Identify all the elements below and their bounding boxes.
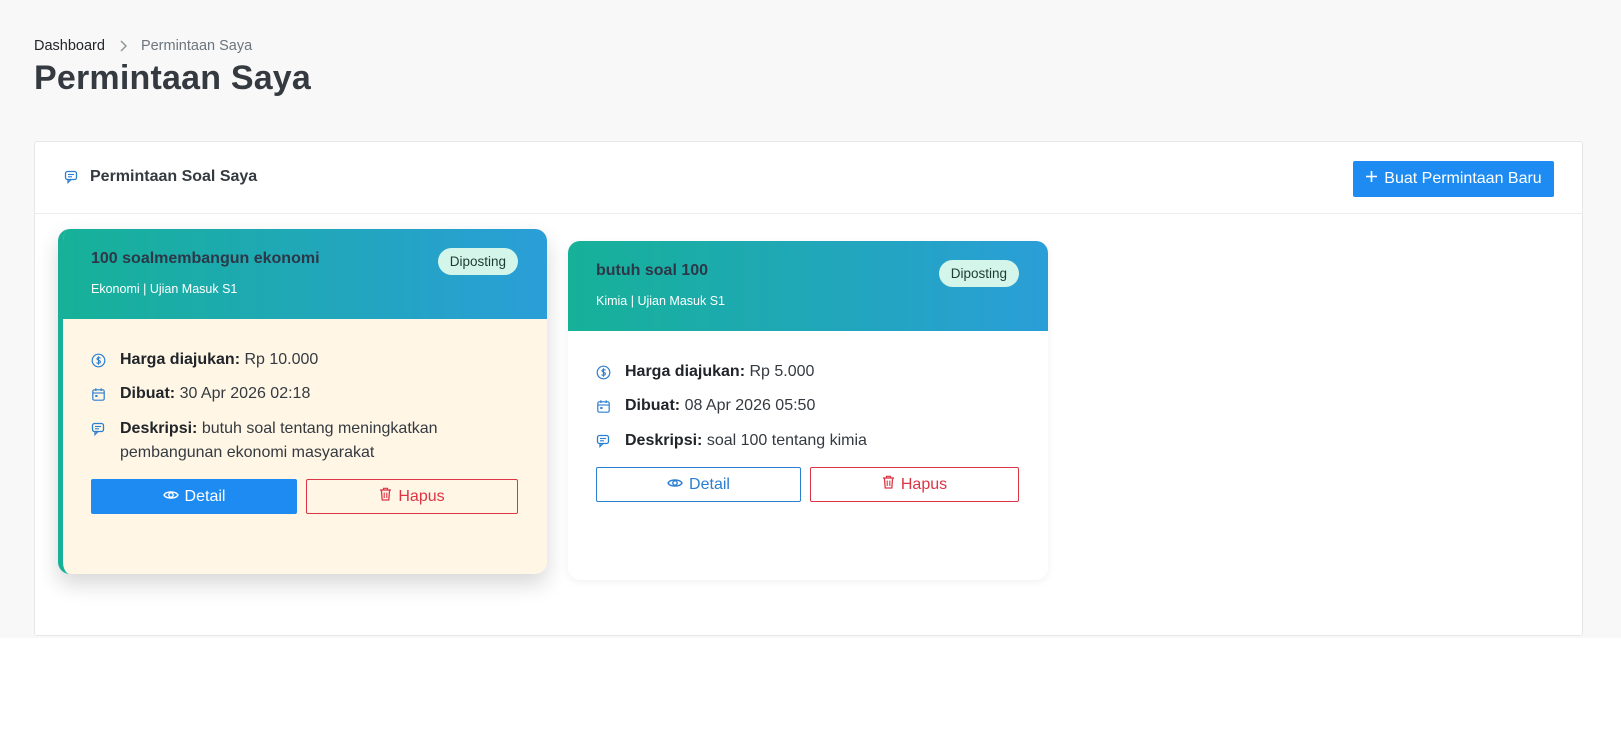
status-badge: Diposting [437, 248, 518, 275]
eye-icon [162, 488, 179, 506]
trash-icon [882, 475, 895, 494]
price-value: Rp 10.000 [244, 351, 319, 368]
price-text: Harga diajukan: Rp 10.000 [120, 349, 318, 371]
created-value: 08 Apr 2026 05:50 [684, 397, 816, 414]
delete-button[interactable]: Hapus [306, 479, 518, 514]
chat-icon [91, 418, 105, 440]
chevron-right-icon [119, 40, 127, 52]
card-body: Harga diajukan: Rp 5.000 Dibuat: 08 Apr … [568, 331, 1048, 502]
calendar-icon [596, 395, 613, 417]
created-label: Dibuat: [120, 385, 176, 402]
description-label: Deskripsi: [625, 432, 703, 449]
chat-icon [64, 170, 78, 184]
new-request-button[interactable]: Buat Permintaan Baru [1353, 161, 1554, 197]
page-title: Permintaan Saya [34, 59, 312, 97]
card-subtitle: Kimia | Ujian Masuk S1 [596, 294, 725, 308]
calendar-icon [91, 383, 108, 405]
created-label: Dibuat: [625, 397, 681, 414]
panel-header: Permintaan Soal Saya Buat Permintaan Bar… [35, 142, 1582, 214]
card-body: Harga diajukan: Rp 10.000 Dibuat: 30 Apr… [63, 319, 547, 514]
description-row: Deskripsi: soal 100 tentang kimia [596, 429, 1020, 453]
detail-button[interactable]: Detail [91, 479, 297, 514]
card-header: 100 soalmembangun ekonomi Ekonomi | Ujia… [63, 229, 547, 319]
created-text: Dibuat: 08 Apr 2026 05:50 [625, 395, 815, 417]
card-subtitle: Ekonomi | Ujian Masuk S1 [91, 282, 238, 296]
card-actions: Detail Hapus [596, 467, 1020, 502]
breadcrumb: Dashboard Permintaan Saya [34, 38, 252, 54]
detail-button[interactable]: Detail [596, 467, 801, 502]
card-actions: Detail Hapus [91, 479, 519, 514]
card-title: butuh soal 100 [596, 262, 709, 279]
detail-button-label: Detail [184, 487, 226, 505]
price-row: Harga diajukan: Rp 5.000 [596, 361, 1020, 383]
request-card: 100 soalmembangun ekonomi Ekonomi | Ujia… [58, 229, 547, 574]
eye-icon [667, 476, 683, 494]
delete-button[interactable]: Hapus [810, 467, 1019, 502]
created-text: Dibuat: 30 Apr 2026 02:18 [120, 383, 310, 405]
plus-icon [1365, 170, 1378, 188]
chat-icon [596, 430, 610, 452]
dollar-circle-icon [91, 349, 108, 371]
request-card: butuh soal 100 Kimia | Ujian Masuk S1 Di… [568, 241, 1048, 580]
description-value: soal 100 tentang kimia [706, 432, 867, 449]
price-label: Harga diajukan: [120, 351, 241, 368]
dollar-circle-icon [596, 361, 613, 383]
breadcrumb-dashboard-link[interactable]: Dashboard [34, 38, 105, 54]
breadcrumb-current: Permintaan Saya [140, 38, 253, 54]
created-row: Dibuat: 30 Apr 2026 02:18 [91, 383, 519, 405]
price-value: Rp 5.000 [749, 363, 815, 380]
delete-button-label: Hapus [900, 475, 948, 493]
price-row: Harga diajukan: Rp 10.000 [91, 349, 519, 371]
status-badge: Diposting [938, 260, 1019, 287]
created-value: 30 Apr 2026 02:18 [179, 385, 311, 402]
description-row: Deskripsi: butuh soal tentang meningkatk… [91, 417, 519, 465]
trash-icon [379, 487, 392, 506]
created-row: Dibuat: 08 Apr 2026 05:50 [596, 395, 1020, 417]
panel-title-text: Permintaan Soal Saya [90, 168, 258, 185]
card-header: butuh soal 100 Kimia | Ujian Masuk S1 Di… [568, 241, 1048, 331]
detail-button-label: Detail [689, 475, 730, 493]
new-request-button-label: Buat Permintaan Baru [1384, 170, 1542, 187]
price-label: Harga diajukan: [625, 363, 746, 380]
delete-button-label: Hapus [398, 487, 445, 505]
panel-title: Permintaan Soal Saya [64, 168, 257, 186]
price-text: Harga diajukan: Rp 5.000 [625, 361, 814, 383]
card-title: 100 soalmembangun ekonomi [91, 250, 320, 267]
description-label: Deskripsi: [120, 420, 198, 437]
